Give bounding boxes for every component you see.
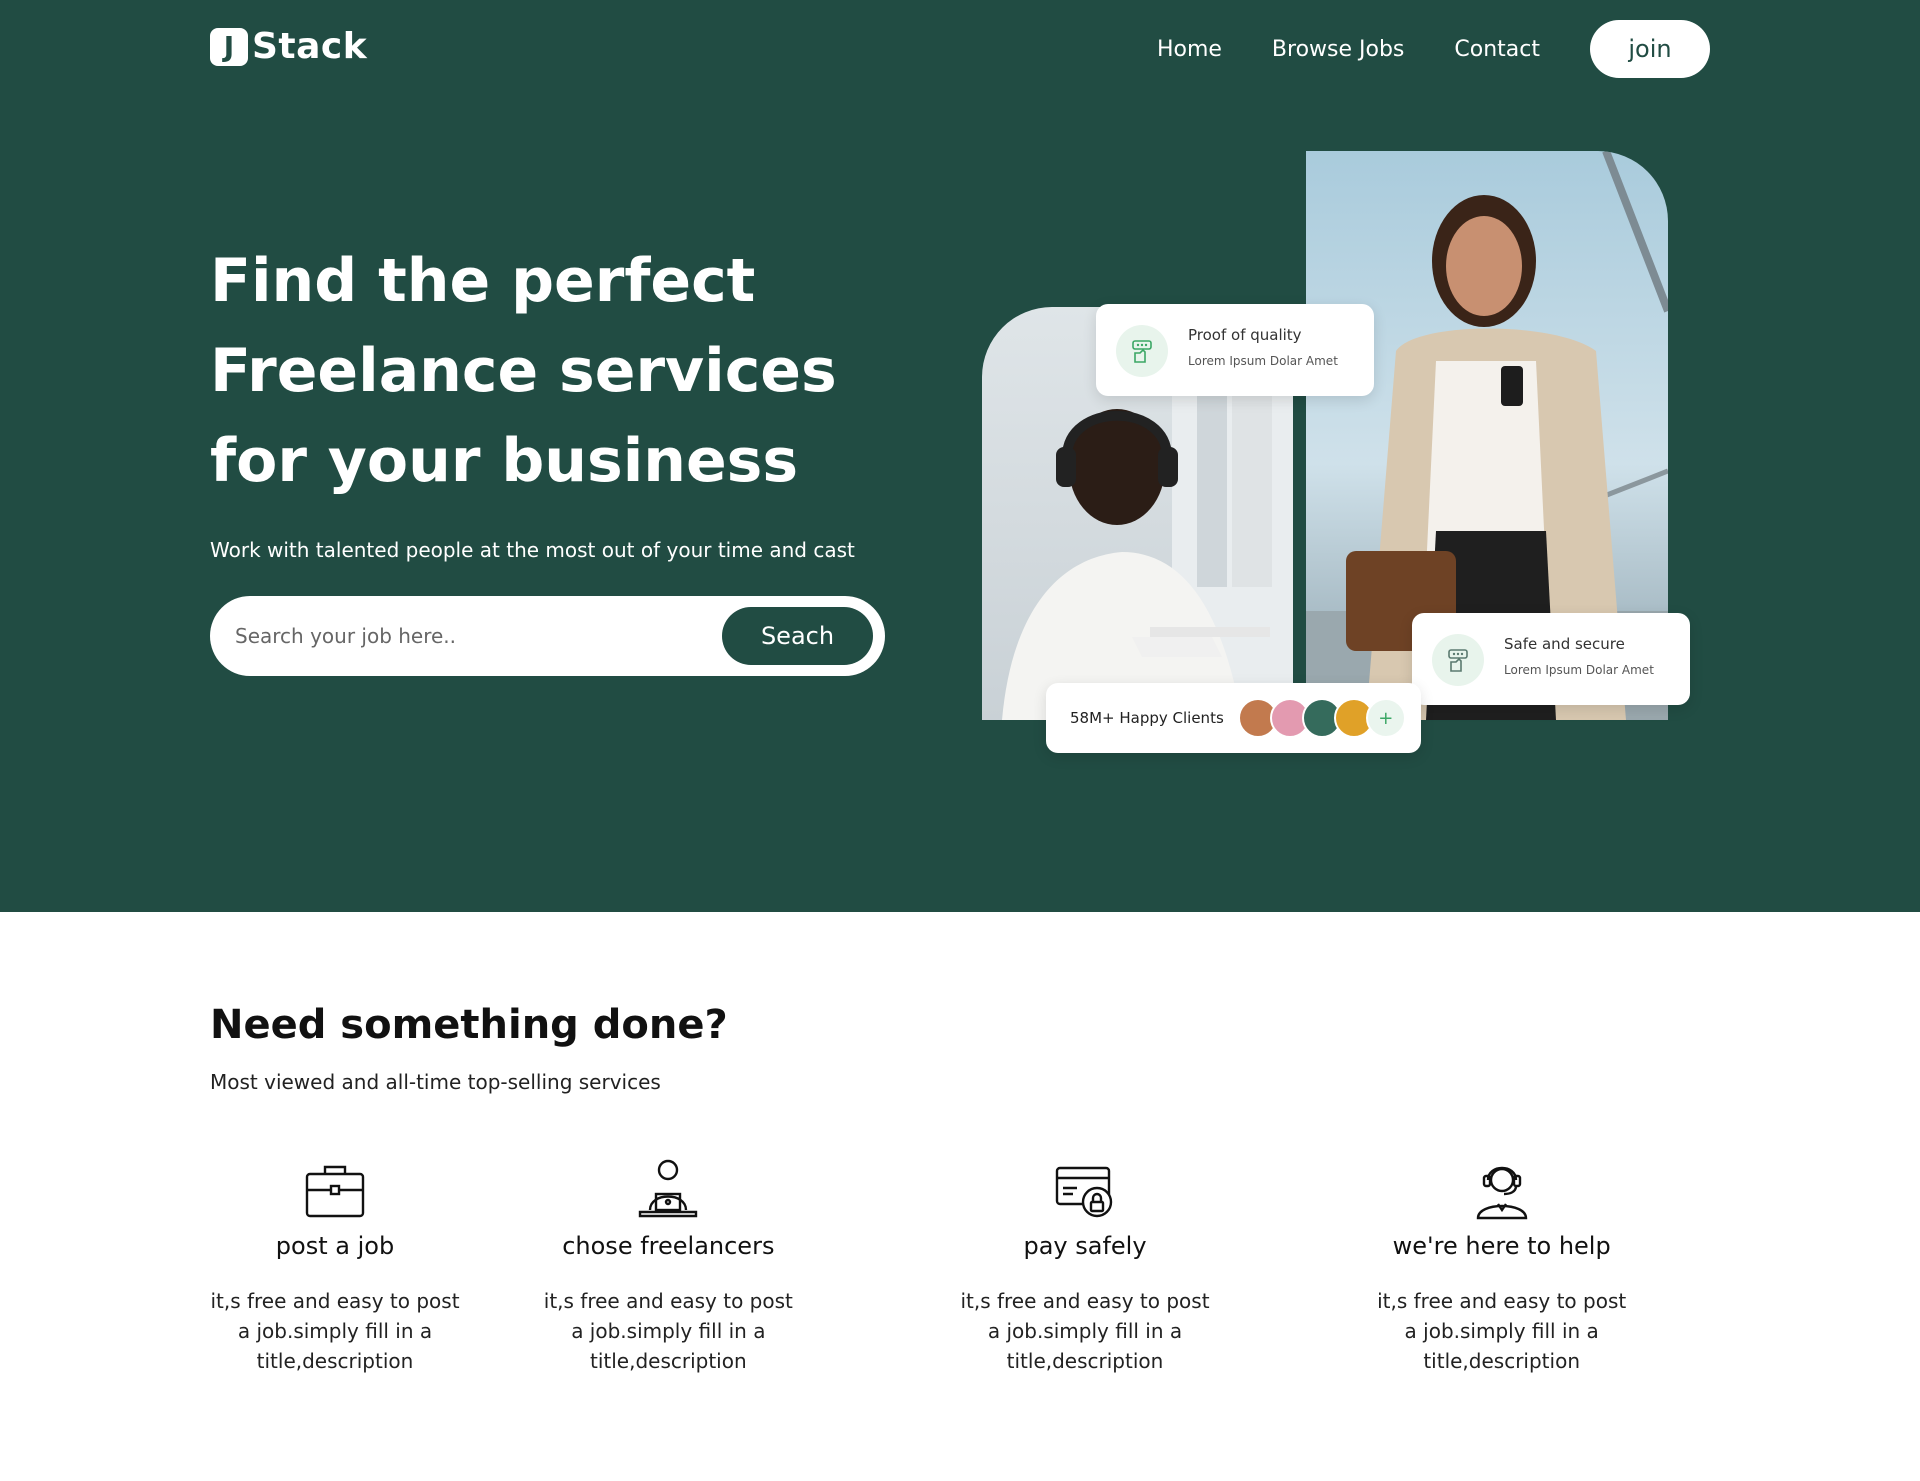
service-name: pay safely — [1023, 1232, 1147, 1260]
main-nav: Home Browse Jobs Contact join — [1107, 20, 1710, 78]
safe-card-text: Lorem Ipsum Dolar Amet — [1504, 663, 1654, 677]
search-bar: Seach — [210, 596, 885, 676]
services-subtitle: Most viewed and all-time top-selling ser… — [210, 1070, 661, 1094]
hero-title: Find the perfect Freelance services for … — [210, 246, 837, 496]
service-pay-safely: pay safely it,s free and easy to post a … — [877, 1158, 1294, 1376]
service-chose-freelancers: chose freelancers it,s free and easy to … — [460, 1158, 877, 1376]
services-title: Need something done? — [210, 1002, 728, 1048]
logo-text: Stack — [252, 26, 368, 67]
safe-card: Safe and secure Lorem Ipsum Dolar Amet — [1412, 613, 1690, 705]
client-avatars: + — [1237, 698, 1406, 738]
search-input[interactable] — [235, 624, 722, 648]
service-help: we're here to help it,s free and easy to… — [1293, 1158, 1710, 1376]
secure-card-icon — [1053, 1158, 1117, 1222]
headset-support-icon — [1470, 1158, 1534, 1222]
laptop-user-icon — [636, 1158, 700, 1222]
service-name: we're here to help — [1392, 1232, 1611, 1260]
hero-subtitle: Work with talented people at the most ou… — [210, 538, 855, 562]
nav-home-link[interactable]: Home — [1157, 37, 1222, 62]
briefcase-icon — [303, 1158, 367, 1222]
hero-section: J Stack Home Browse Jobs Contact join Fi… — [0, 0, 1920, 912]
secure-badge-icon — [1432, 634, 1484, 686]
quality-card: Proof of quality Lorem Ipsum Dolar Amet — [1096, 304, 1374, 396]
clients-card: 58M+ Happy Clients + — [1046, 683, 1421, 753]
join-button[interactable]: join — [1590, 20, 1710, 78]
add-icon[interactable]: + — [1365, 698, 1406, 738]
services-grid: post a job it,s free and easy to post a … — [210, 1158, 1710, 1376]
service-desc: it,s free and easy to post a job.simply … — [210, 1289, 460, 1373]
service-name: post a job — [275, 1232, 395, 1260]
nav-contact-link[interactable]: Contact — [1454, 37, 1540, 62]
service-desc: it,s free and easy to post a job.simply … — [960, 1289, 1210, 1373]
service-name: chose freelancers — [562, 1232, 775, 1260]
safe-card-title: Safe and secure — [1504, 635, 1625, 653]
service-desc: it,s free and easy to post a job.simply … — [1377, 1289, 1627, 1373]
quality-card-text: Lorem Ipsum Dolar Amet — [1188, 354, 1338, 368]
quality-card-title: Proof of quality — [1188, 326, 1302, 344]
logo-mark: J — [210, 27, 248, 66]
nav-browse-jobs-link[interactable]: Browse Jobs — [1272, 37, 1404, 62]
clients-count: 58M+ Happy Clients — [1070, 709, 1224, 727]
quality-badge-icon — [1116, 325, 1168, 377]
service-desc: it,s free and easy to post a job.simply … — [543, 1289, 793, 1373]
service-post-job: post a job it,s free and easy to post a … — [210, 1158, 460, 1376]
logo[interactable]: J Stack — [210, 26, 367, 67]
search-button[interactable]: Seach — [722, 607, 873, 665]
